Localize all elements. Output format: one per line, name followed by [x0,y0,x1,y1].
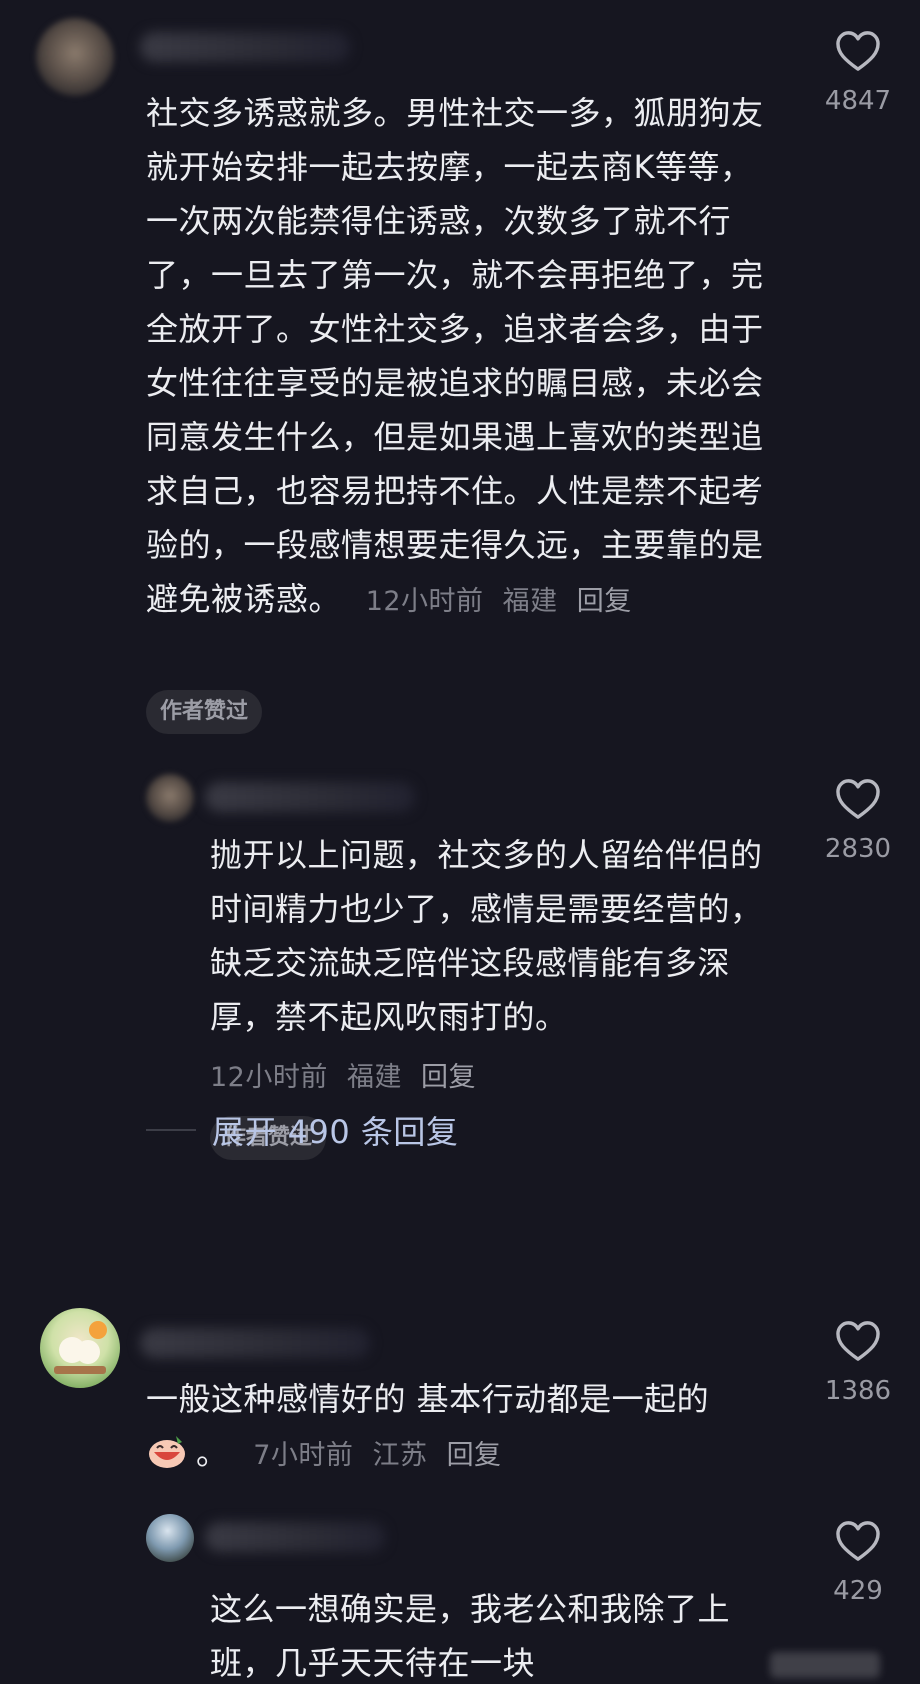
comment-body: 社交多诱惑就多。男性社交一多，狐朋狗友就开始安排一起去按摩，一起去商K等等，一次… [146,94,764,618]
comment-text: 一般这种感情好的 基本行动都是一起的 。 7小时前 江苏 回复 [146,1372,766,1483]
author-liked-badge: 作者赞过 [146,690,263,734]
comment-1: 社交多诱惑就多。男性社交一多，狐朋狗友就开始安排一起去按摩，一起去商K等等，一次… [0,0,920,734]
like-control[interactable]: 2830 [813,778,903,864]
like-count: 1386 [824,1376,892,1406]
comment-meta: 12小时前 福建 回复 [210,1058,486,1098]
like-count: 4847 [824,86,892,116]
comment-3: 一般这种感情好的 基本行动都是一起的 。 7小时前 江苏 回复 1386 [0,1300,920,1500]
expand-replies[interactable]: 展开 490 条回复 [146,1100,458,1160]
like-count: 2830 [824,834,892,864]
comment-2-reply: 抛开以上问题，社交多的人留给伴侣的时间精力也少了，感情是需要经营的，缺乏交流缺乏… [0,760,920,1160]
like-control[interactable]: 4847 [813,30,903,116]
avatar[interactable] [40,1308,120,1388]
avatar[interactable] [146,1514,194,1562]
comment-body: 一般这种感情好的 基本行动都是一起的 [146,1380,710,1418]
comment-text: 社交多诱惑就多。男性社交一多，狐朋狗友就开始安排一起去按摩，一起去商K等等，一次… [146,86,766,629]
watermark-blurred [770,1652,880,1678]
comment-tail: 。 [196,1434,229,1472]
username-blurred[interactable] [205,782,415,812]
avatar[interactable] [36,18,114,96]
comment-time: 12小时前 [365,586,484,617]
laughing-face-emoji-icon [149,1436,185,1468]
like-count: 429 [833,1576,883,1606]
username-blurred[interactable] [140,32,350,62]
comment-text: 抛开以上问题，社交多的人留给伴侣的时间精力也少了，感情是需要经营的，缺乏交流缺乏… [210,836,763,1036]
comment-text: 这么一想确实是，我老公和我除了上班，几乎天天待在一块 [210,1590,731,1682]
comment-time: 7小时前 [253,1440,354,1471]
reply-button[interactable]: 回复 [447,1440,502,1471]
heart-outline-icon[interactable] [835,778,881,820]
heart-outline-icon[interactable] [835,1320,881,1362]
comment-location: 福建 [502,586,558,617]
comment-location: 福建 [346,1062,402,1093]
heart-outline-icon[interactable] [835,1520,881,1562]
username-blurred[interactable] [205,1522,385,1552]
comment-time: 12小时前 [210,1062,328,1093]
heart-outline-icon[interactable] [835,30,881,72]
avatar[interactable] [146,774,194,822]
comment-location: 江苏 [372,1440,428,1471]
reply-button[interactable]: 回复 [421,1062,476,1093]
comment-meta: 7小时前 江苏 回复 [239,1440,511,1471]
username-blurred[interactable] [140,1328,370,1358]
reply-button[interactable]: 回复 [577,586,632,617]
like-control[interactable]: 429 [813,1520,903,1606]
divider [146,1129,196,1131]
expand-replies-label[interactable]: 展开 490 条回复 [212,1107,458,1153]
comment-meta: 12小时前 福建 回复 [352,586,642,617]
like-control[interactable]: 1386 [813,1320,903,1406]
avatar-illustration [54,1321,107,1374]
